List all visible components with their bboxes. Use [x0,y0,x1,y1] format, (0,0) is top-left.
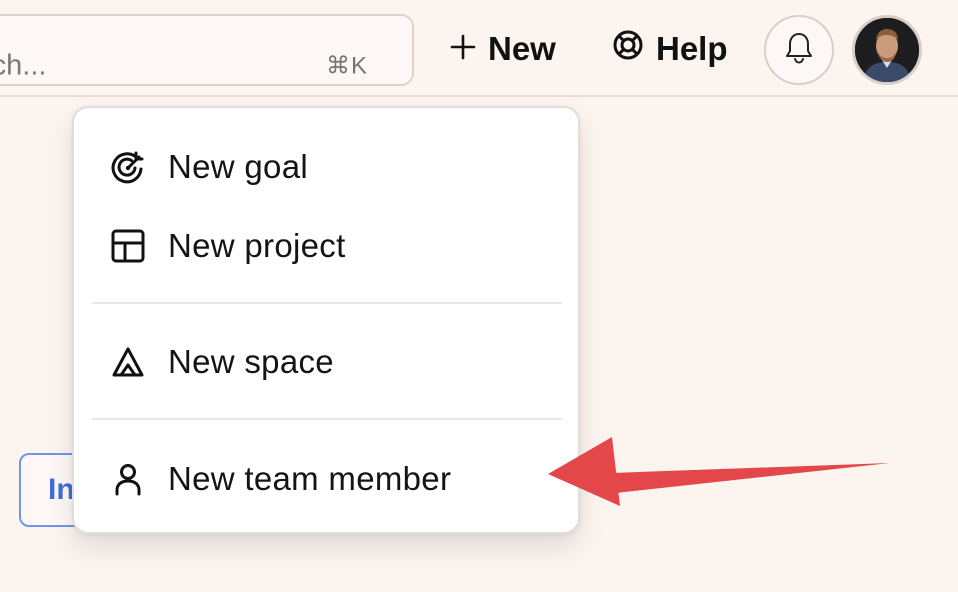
search-placeholder: rch... [0,49,47,82]
menu-item-label: New project [168,227,346,264]
bell-icon [783,31,815,70]
menu-item-new-space[interactable]: New space [110,336,334,388]
menu-item-new-team-member[interactable]: New team member [110,453,451,505]
menu-divider [92,418,562,420]
menu-item-new-project[interactable]: New project [110,220,346,272]
help-button[interactable]: Help [612,22,728,76]
tent-icon [110,344,146,380]
lifebuoy-icon [612,29,644,69]
help-button-label: Help [656,30,728,67]
menu-item-label: New team member [168,460,452,497]
plus-icon [450,30,476,68]
search-input[interactable]: rch... ⌘K [0,14,414,86]
menu-item-label: New space [168,343,334,380]
menu-item-label: New goal [168,148,308,185]
grid-icon [110,228,146,264]
person-icon [110,461,146,497]
top-bar: rch... ⌘K New Help [0,0,958,97]
new-button[interactable]: New [450,22,556,76]
search-shortcut-hint: ⌘K [326,52,369,80]
new-button-label: New [488,30,556,67]
new-dropdown-menu: New goal New project New space New team … [72,106,580,534]
notifications-button[interactable] [764,15,834,85]
menu-item-new-goal[interactable]: New goal [110,141,308,193]
avatar-photo [855,18,919,82]
background-button-label: In [48,473,75,506]
target-icon [110,149,146,185]
user-avatar[interactable] [852,15,922,85]
menu-divider [92,302,562,304]
